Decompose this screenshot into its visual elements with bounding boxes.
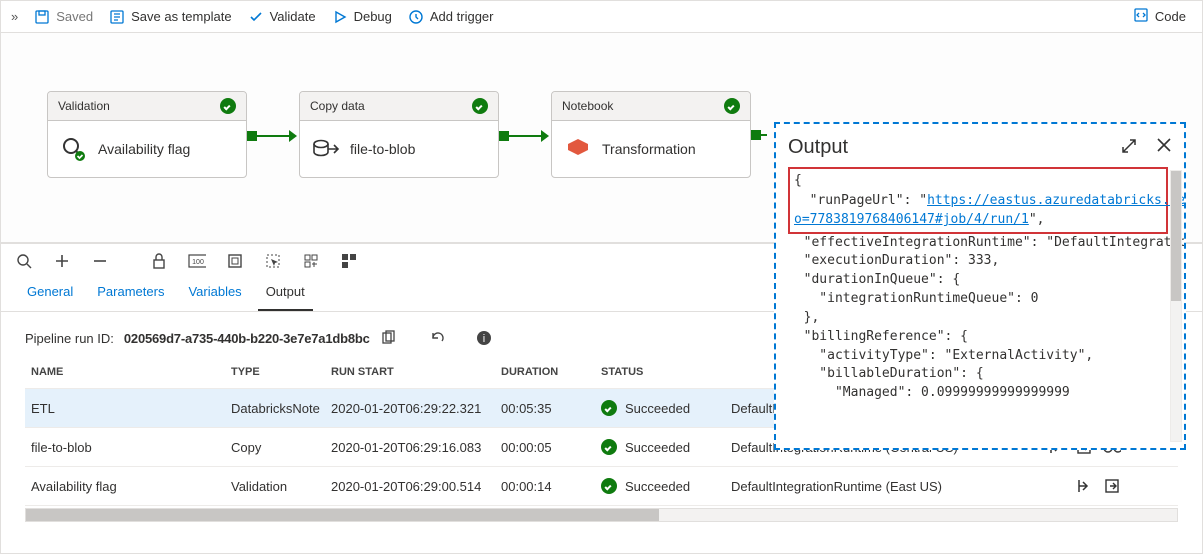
save-as-template-button[interactable]: Save as template — [109, 9, 231, 25]
cell-type: DatabricksNote — [231, 401, 331, 416]
code-label: Code — [1155, 9, 1186, 24]
tab-variables[interactable]: Variables — [180, 274, 249, 311]
play-icon — [332, 9, 348, 25]
fit-100-icon[interactable]: 100 — [188, 252, 206, 270]
check-icon — [248, 9, 264, 25]
col-name: NAME — [31, 366, 231, 378]
zoom-out-icon[interactable] — [91, 252, 109, 270]
tab-parameters[interactable]: Parameters — [89, 274, 172, 311]
activity-type: Validation — [58, 99, 110, 113]
col-runstart: RUN START — [331, 366, 501, 378]
cell-runstart: 2020-01-20T06:29:16.083 — [331, 440, 501, 455]
saved-label: Saved — [56, 9, 93, 24]
close-icon[interactable] — [1156, 137, 1172, 158]
tab-output[interactable]: Output — [258, 274, 313, 311]
debug-button[interactable]: Debug — [332, 9, 392, 25]
code-icon — [1133, 7, 1149, 26]
json-suffix: ", — [1029, 212, 1045, 227]
output-json-panel: Output { "runPageUrl": "https://eastus.a… — [774, 122, 1186, 450]
code-button[interactable]: Code — [1133, 7, 1192, 26]
validation-icon — [60, 135, 88, 163]
zoom-in-icon[interactable] — [53, 252, 71, 270]
activity-name: Transformation — [602, 141, 696, 157]
json-rest: "effectiveIntegrationRuntime": "DefaultI… — [788, 235, 1184, 401]
debug-label: Debug — [354, 9, 392, 24]
cell-status: Succeeded — [601, 400, 731, 416]
cell-duration: 00:00:14 — [501, 479, 601, 494]
activity-name: Availability flag — [98, 141, 190, 157]
run-id-value: 020569d7-a735-440b-b220-3e7e7a1db8bc — [124, 331, 370, 346]
auto-align-icon[interactable] — [302, 252, 320, 270]
info-icon[interactable]: i — [476, 330, 492, 346]
input-icon[interactable] — [1075, 477, 1093, 495]
success-icon — [601, 439, 617, 455]
horizontal-scrollbar — [25, 508, 1178, 522]
select-icon[interactable] — [264, 252, 282, 270]
cell-status: Succeeded — [601, 439, 731, 455]
run-id-label: Pipeline run ID: — [25, 331, 114, 346]
svg-text:i: i — [482, 333, 484, 345]
refresh-icon[interactable] — [430, 330, 446, 346]
output-title: Output — [788, 136, 848, 159]
success-icon — [724, 98, 740, 114]
template-icon — [109, 9, 125, 25]
output-icon[interactable] — [1103, 477, 1121, 495]
success-icon — [601, 478, 617, 494]
col-type: TYPE — [231, 366, 331, 378]
add-trigger-button[interactable]: Add trigger — [408, 9, 494, 25]
cell-duration: 00:00:05 — [501, 440, 601, 455]
copy-icon[interactable] — [380, 330, 396, 346]
save-icon — [34, 9, 50, 25]
cell-type: Copy — [231, 440, 331, 455]
json-prefix: { "runPageUrl": " — [794, 173, 927, 208]
cell-status: Succeeded — [601, 478, 731, 494]
table-row[interactable]: Availability flag Validation 2020-01-20T… — [25, 467, 1178, 506]
col-status: STATUS — [601, 366, 731, 378]
trigger-icon — [408, 9, 424, 25]
vertical-scrollbar[interactable] — [1170, 170, 1182, 442]
activity-type: Notebook — [562, 99, 613, 113]
copy-data-icon — [312, 135, 340, 163]
tab-general[interactable]: General — [19, 274, 81, 311]
connector-2 — [499, 130, 549, 142]
expand-icon[interactable] — [1120, 137, 1138, 158]
fit-to-screen-icon[interactable] — [226, 252, 244, 270]
output-json: { "runPageUrl": "https://eastus.azuredat… — [776, 167, 1184, 413]
activity-validation[interactable]: Validation Availability flag — [47, 91, 247, 178]
cell-duration: 00:05:35 — [501, 401, 601, 416]
activity-name: file-to-blob — [350, 141, 415, 157]
validate-label: Validate — [270, 9, 316, 24]
success-icon — [472, 98, 488, 114]
cell-runstart: 2020-01-20T06:29:22.321 — [331, 401, 501, 416]
expand-chevron-icon[interactable]: » — [11, 9, 18, 24]
cell-name: file-to-blob — [31, 440, 231, 455]
svg-text:100: 100 — [192, 259, 204, 266]
col-duration: DURATION — [501, 366, 601, 378]
activity-type: Copy data — [310, 99, 365, 113]
databricks-icon — [564, 135, 592, 163]
success-icon — [220, 98, 236, 114]
lock-icon[interactable] — [150, 252, 168, 270]
cell-runstart: 2020-01-20T06:29:00.514 — [331, 479, 501, 494]
cell-runtime: DefaultIntegrationRuntime (East US) — [731, 479, 1021, 494]
connector-3 — [751, 130, 767, 140]
save-template-label: Save as template — [131, 9, 231, 24]
cell-type: Validation — [231, 479, 331, 494]
layout-icon[interactable] — [340, 252, 358, 270]
cell-name: ETL — [31, 401, 231, 416]
saved-indicator: Saved — [34, 9, 93, 25]
activity-copy[interactable]: Copy data file-to-blob — [299, 91, 499, 178]
search-icon[interactable] — [15, 252, 33, 270]
connector-1 — [247, 130, 297, 142]
cell-name: Availability flag — [31, 479, 231, 494]
validate-button[interactable]: Validate — [248, 9, 316, 25]
activity-notebook[interactable]: Notebook Transformation — [551, 91, 751, 178]
add-trigger-label: Add trigger — [430, 9, 494, 24]
success-icon — [601, 400, 617, 416]
